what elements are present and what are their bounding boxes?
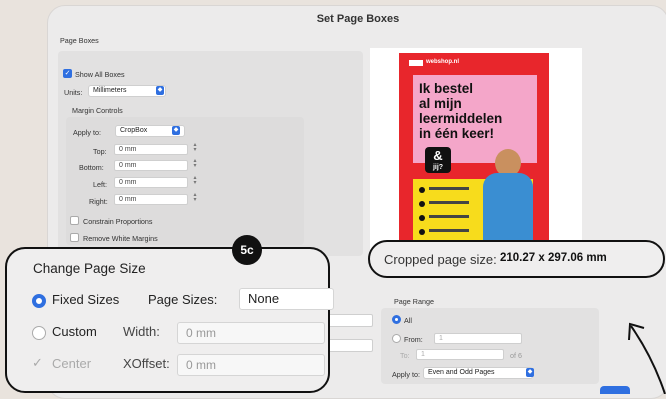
- units-value: Millimeters: [93, 87, 127, 94]
- remove-white-margins-checkbox[interactable]: [70, 233, 79, 242]
- apply-to-chevron-icon: ◆: [172, 126, 180, 135]
- page-range-apply-chevron-icon: ◆: [526, 368, 534, 377]
- page-range-to-label: To:: [400, 351, 410, 360]
- feature-icon-3: [419, 215, 425, 221]
- cropped-value: 210.27 x 297.06 mm: [500, 252, 607, 264]
- page-range-all-label: All: [404, 316, 412, 325]
- show-all-boxes-label: Show All Boxes: [75, 70, 125, 79]
- person-body: [483, 173, 533, 245]
- headline-line-3: leermiddelen: [419, 111, 503, 126]
- feature-line-3: [429, 215, 469, 218]
- page-range-apply-to-value: Even and Odd Pages: [428, 369, 495, 376]
- arrow-annotation-icon: [628, 322, 666, 394]
- headline: Ik bestel al mijn leermiddelen in één ke…: [419, 81, 502, 141]
- fixed-sizes-label: Fixed Sizes: [52, 292, 120, 307]
- custom-label: Custom: [52, 324, 97, 339]
- feature-line-4: [429, 229, 469, 232]
- width-input[interactable]: 0 mm: [177, 322, 325, 344]
- left-label: Left:: [93, 180, 107, 189]
- apply-to-label: Apply to:: [73, 128, 101, 137]
- units-label: Units:: [64, 88, 83, 97]
- remove-white-margins-label: Remove White Margins: [83, 234, 158, 243]
- left-stepper[interactable]: ▴ ▾: [192, 175, 198, 186]
- top-stepper[interactable]: ▴ ▾: [192, 142, 198, 153]
- center-label: Center: [52, 356, 92, 371]
- preview-site: webshop.nl: [426, 59, 459, 65]
- ok-button-edge[interactable]: [600, 386, 630, 394]
- top-input[interactable]: 0 mm: [114, 144, 188, 155]
- page-boxes-label: Page Boxes: [60, 36, 99, 45]
- page-range-apply-to-select[interactable]: Even and Odd Pages: [423, 367, 533, 379]
- bubble-sub: jij?: [432, 164, 444, 171]
- headline-line-2: al mijn: [419, 96, 462, 111]
- dialog-title: Set Page Boxes: [316, 13, 400, 25]
- feature-icon-1: [419, 187, 425, 193]
- page-range-from-input[interactable]: 1: [434, 333, 522, 344]
- left-input[interactable]: 0 mm: [114, 177, 188, 188]
- constrain-proportions-label: Constrain Proportions: [83, 217, 153, 226]
- page-range-of-label: of 6: [510, 351, 522, 360]
- constrain-proportions-checkbox[interactable]: [70, 216, 79, 225]
- right-stepper[interactable]: ▴ ▾: [192, 192, 198, 203]
- feature-line-1: [429, 187, 469, 190]
- change-page-size-callout: Change Page Size Fixed Sizes Page Sizes:…: [5, 247, 334, 393]
- headline-line-1: Ik bestel: [419, 81, 474, 96]
- logo-icon: [409, 60, 423, 66]
- page-range-from-radio[interactable]: [392, 334, 401, 343]
- custom-radio[interactable]: [32, 326, 46, 340]
- cropped-size-callout: Cropped page size: 210.27 x 297.06 mm: [368, 240, 665, 278]
- units-select[interactable]: Millimeters: [88, 85, 166, 97]
- page-sizes-value: None: [248, 291, 280, 306]
- feature-line-2: [429, 201, 469, 204]
- bottom-stepper[interactable]: ▴ ▾: [192, 158, 198, 169]
- hidden-field-1: [328, 314, 373, 327]
- right-input[interactable]: 0 mm: [114, 194, 188, 205]
- page-sizes-select[interactable]: None: [239, 288, 334, 310]
- feature-icon-2: [419, 201, 425, 207]
- cropped-label: Cropped page size:: [384, 252, 497, 267]
- right-label: Right:: [89, 197, 108, 206]
- page-range-apply-to-label: Apply to:: [392, 370, 420, 379]
- bottom-label: Bottom:: [79, 163, 104, 172]
- feature-icon-4: [419, 229, 425, 235]
- bubble-text: &: [433, 148, 443, 163]
- page-range-all-radio[interactable]: [392, 315, 401, 324]
- change-page-size-title: Change Page Size: [33, 261, 146, 276]
- headline-line-4: in één keer!: [419, 126, 495, 141]
- speech-bubble: & jij?: [425, 147, 451, 173]
- width-label: Width:: [123, 324, 160, 339]
- units-chevron-icon: ◆: [156, 86, 164, 95]
- show-all-boxes-checkbox[interactable]: ✓: [63, 69, 72, 78]
- step-badge: 5c: [232, 235, 262, 265]
- xoffset-input[interactable]: 0 mm: [177, 354, 325, 376]
- margin-controls-label: Margin Controls: [72, 106, 123, 115]
- page-range-to-input[interactable]: 1: [416, 349, 504, 360]
- bottom-input[interactable]: 0 mm: [114, 160, 188, 171]
- fixed-sizes-radio[interactable]: [32, 294, 46, 308]
- top-label: Top:: [93, 147, 107, 156]
- xoffset-label: XOffset:: [123, 356, 170, 371]
- center-check-icon[interactable]: ✓: [32, 355, 43, 371]
- page-range-from-label: From:: [404, 335, 423, 344]
- page-range-label: Page Range: [394, 297, 434, 306]
- page-sizes-label: Page Sizes:: [148, 292, 218, 307]
- apply-to-value: CropBox: [120, 127, 148, 134]
- preview-poster: webshop.nl Ik bestel al mijn leermiddele…: [399, 53, 549, 248]
- hidden-field-2: [328, 339, 373, 352]
